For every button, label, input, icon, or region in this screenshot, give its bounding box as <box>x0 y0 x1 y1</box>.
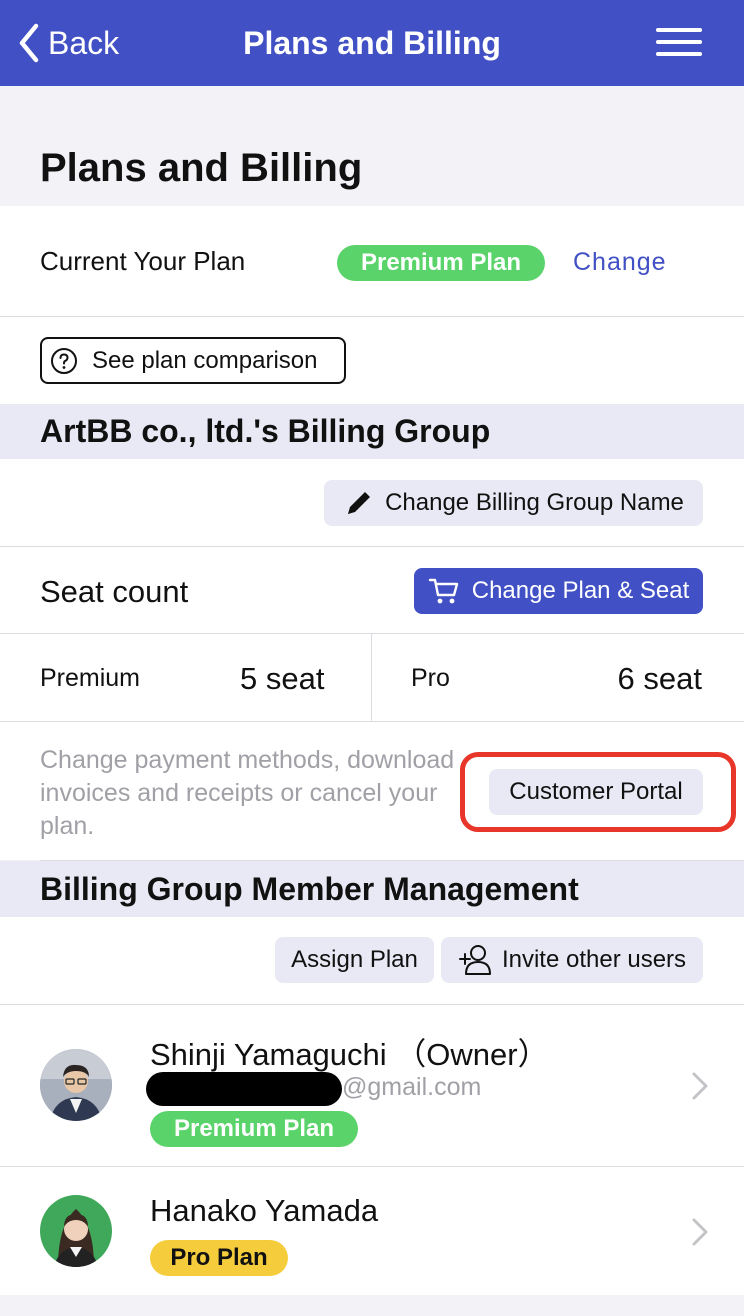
question-circle-icon <box>51 347 77 374</box>
change-plan-seat-label: Change Plan & Seat <box>471 577 690 604</box>
pencil-icon <box>348 492 371 514</box>
plan-comparison-button[interactable]: See plan comparison <box>40 337 346 384</box>
back-button[interactable]: Back <box>18 20 119 66</box>
premium-seat-plan: Premium <box>40 664 141 692</box>
nav-bar: Back Plans and Billing <box>0 0 744 86</box>
member-row[interactable]: Shinji Yamaguchi （Owner） @gmail.com Prem… <box>0 1005 744 1166</box>
add-user-icon <box>458 945 491 975</box>
current-plan-badge: Premium Plan <box>337 245 545 281</box>
redacted-email <box>146 1072 342 1106</box>
pro-seat-count: 6 seat <box>617 661 702 696</box>
invite-users-label: Invite other users <box>501 946 687 973</box>
billing-group-header: ArtBB co., ltd.'s Billing Group <box>0 404 744 459</box>
member-name: Shinji Yamaguchi （Owner） <box>150 1037 549 1072</box>
change-billing-group-name-button[interactable]: Change Billing Group Name <box>324 480 703 526</box>
cart-icon <box>428 578 458 604</box>
seat-count-label: Seat count <box>40 574 189 609</box>
assign-plan-button[interactable]: Assign Plan <box>275 937 434 983</box>
seat-breakdown-row: Premium 5 seat Pro 6 seat <box>0 634 744 721</box>
change-plan-link[interactable]: Change <box>573 248 667 277</box>
member-plan-badge: Pro Plan <box>150 1240 288 1276</box>
member-management-header: Billing Group Member Management <box>0 861 744 917</box>
chevron-right-icon <box>692 1072 708 1100</box>
member-email: @gmail.com <box>342 1073 482 1101</box>
plan-comparison-label: See plan comparison <box>92 346 318 374</box>
customer-portal-description: Change payment methods, download invoice… <box>40 746 455 840</box>
avatar <box>40 1049 112 1121</box>
menu-icon[interactable] <box>656 26 704 58</box>
member-name: Hanako Yamada <box>150 1193 379 1228</box>
member-plan-badge: Premium Plan <box>150 1111 358 1147</box>
assign-plan-label: Assign Plan <box>291 946 418 973</box>
chevron-left-icon <box>19 23 39 63</box>
change-billing-group-name-label: Change Billing Group Name <box>385 489 684 516</box>
avatar <box>40 1195 112 1267</box>
pro-seat-plan: Pro <box>411 664 450 692</box>
current-plan-label: Current Your Plan <box>40 246 246 276</box>
change-plan-seat-button[interactable]: Change Plan & Seat <box>414 568 703 614</box>
chevron-right-icon <box>692 1218 708 1246</box>
back-label: Back <box>48 24 120 61</box>
page-title: Plans and Billing <box>40 146 363 190</box>
member-row[interactable]: Hanako Yamada Pro Plan <box>0 1167 744 1295</box>
premium-seat-count: 5 seat <box>240 661 325 696</box>
invite-users-button[interactable]: Invite other users <box>441 937 703 983</box>
current-plan-row: Current Your Plan Premium Plan Change <box>0 206 744 316</box>
highlight-box <box>460 752 736 832</box>
